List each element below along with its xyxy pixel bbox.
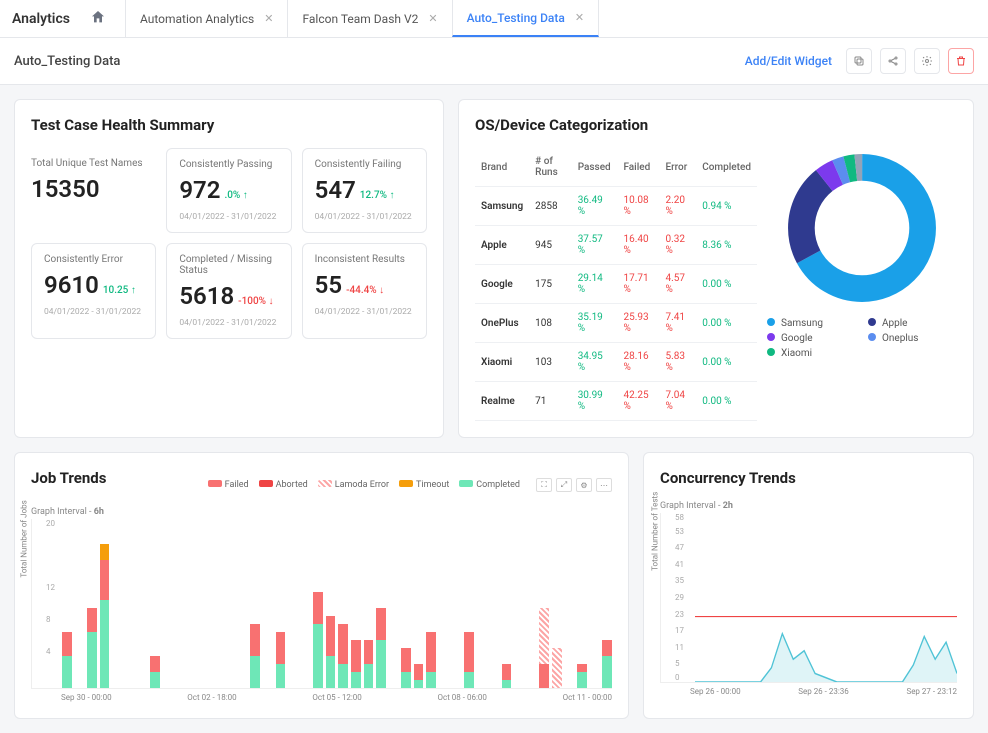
share-icon[interactable]: [880, 48, 906, 74]
chart-tool-icon[interactable]: ⤢: [556, 478, 572, 492]
card-title: Test Case Health Summary: [31, 116, 427, 134]
card-title: Concurrency Trends: [660, 469, 957, 487]
concurrency-card: Concurrency Trends Graph Interval - 2h T…: [643, 452, 974, 719]
topbar: Analytics Automation Analytics✕Falcon Te…: [0, 0, 988, 38]
table-row: Google17529.14 %17.71 %4.57 %0.00 %: [475, 265, 757, 304]
tab-automation-analytics[interactable]: Automation Analytics✕: [125, 0, 289, 37]
page-title: Auto_Testing Data: [14, 54, 120, 69]
stat-error: Consistently Error 961010.25 ↑ 04/01/202…: [31, 243, 156, 339]
os-device-donut-chart: [782, 148, 942, 308]
chart-tool-icon[interactable]: ⛶: [536, 478, 552, 492]
close-icon[interactable]: ✕: [575, 11, 584, 24]
table-row: Xiaomi10334.95 %28.16 %5.83 %0.00 %: [475, 343, 757, 382]
table-row: Realme7130.99 %42.25 %7.04 %0.00 %: [475, 382, 757, 421]
card-title: OS/Device Categorization: [475, 116, 957, 134]
close-icon[interactable]: ✕: [428, 12, 437, 25]
chart-tool-icon[interactable]: ⚙: [576, 478, 592, 492]
card-title: Job Trends: [31, 469, 106, 487]
stat-passing: Consistently Passing 972.0% ↑ 04/01/2022…: [166, 148, 291, 233]
os-device-card: OS/Device Categorization Brand# of RunsP…: [458, 99, 974, 438]
concurrency-chart: Total Number of Tests 585347413529231711…: [660, 513, 957, 683]
trash-icon[interactable]: [948, 48, 974, 74]
test-case-health-card: Test Case Health Summary Total Unique Te…: [14, 99, 444, 438]
tab-auto-testing-data[interactable]: Auto_Testing Data✕: [452, 0, 599, 37]
job-trends-card: Job Trends FailedAbortedLamoda ErrorTime…: [14, 452, 629, 719]
stat-failing: Consistently Failing 54712.7% ↑ 04/01/20…: [302, 148, 427, 233]
stat-inconsistent: Inconsistent Results 55-44.4% ↓ 04/01/20…: [302, 243, 427, 339]
app-title: Analytics: [12, 11, 70, 27]
job-trends-legend: FailedAbortedLamoda ErrorTimeoutComplete…: [208, 478, 612, 492]
table-row: OnePlus10835.19 %25.93 %7.41 %0.00 %: [475, 304, 757, 343]
donut-legend: SamsungAppleGoogleOneplusXiaomi: [767, 318, 957, 359]
close-icon[interactable]: ✕: [264, 12, 273, 25]
tabs: Automation Analytics✕Falcon Team Dash V2…: [126, 0, 599, 37]
stat-total: Total Unique Test Names 15350: [31, 148, 156, 233]
tab-falcon-team-dash-v2[interactable]: Falcon Team Dash V2✕: [287, 0, 452, 37]
settings-icon[interactable]: [914, 48, 940, 74]
table-row: Apple94537.57 %16.40 %0.32 %8.36 %: [475, 226, 757, 265]
copy-icon[interactable]: [846, 48, 872, 74]
os-device-table: Brand# of RunsPassedFailedErrorCompleted…: [475, 148, 757, 421]
table-row: Samsung285836.49 %10.08 %2.20 %0.94 %: [475, 187, 757, 226]
job-trends-chart: Total Number of Jobs 201284: [31, 519, 612, 689]
home-icon[interactable]: [90, 9, 106, 28]
headerbar: Auto_Testing Data Add/Edit Widget: [0, 38, 988, 85]
add-edit-widget-button[interactable]: Add/Edit Widget: [745, 54, 832, 68]
stat-missing: Completed / Missing Status 5618-100% ↓ 0…: [166, 243, 291, 339]
chart-tool-icon[interactable]: ⋯: [596, 478, 612, 492]
